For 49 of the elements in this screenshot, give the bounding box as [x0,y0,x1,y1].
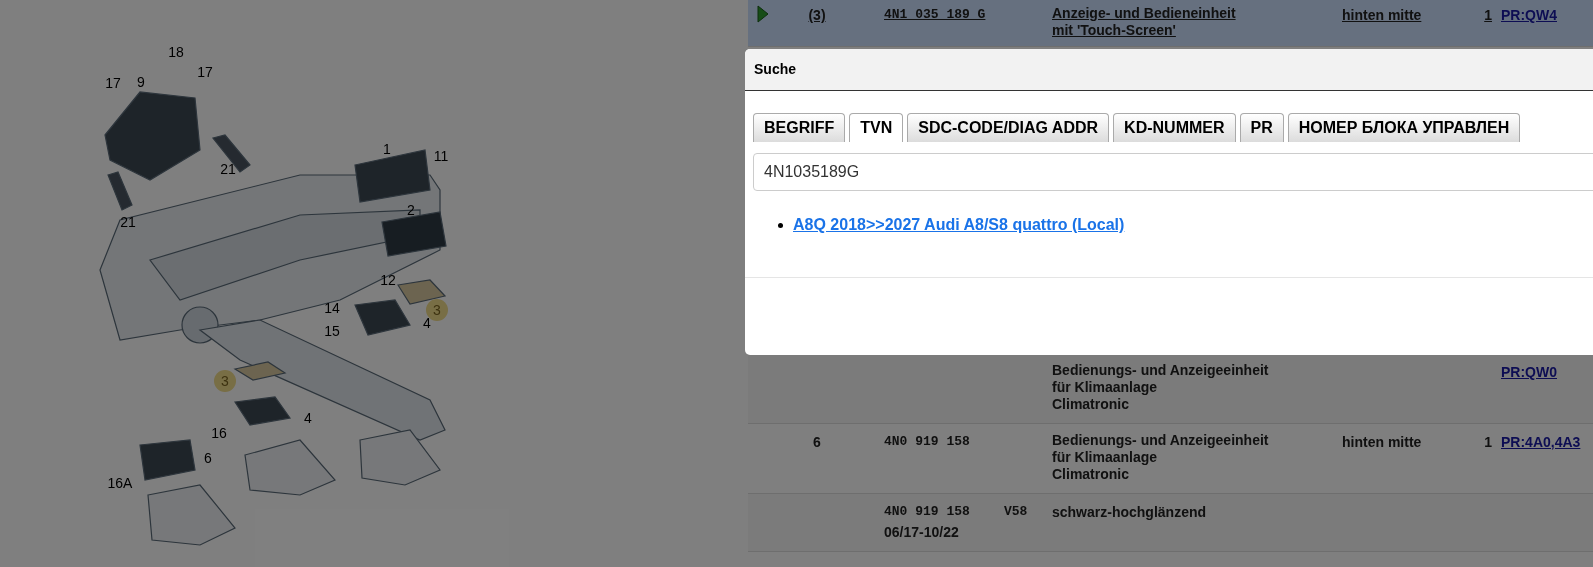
search-field[interactable]: 4N1035189G [753,153,1593,191]
description: Bedienungs- und Anzeigeeinheit für Klimaanlage Climatronic [1052,362,1269,413]
tab[interactable]: SDC-CODE/DIAG ADDR [907,113,1110,142]
callout-number[interactable]: 12 [380,272,396,288]
description: Bedienungs- und Anzeigeeinheit für Klimaanlage Climatronic [1052,432,1269,483]
tab[interactable]: KD-NUMMER [1113,113,1236,142]
date-range: 06/17-10/22 [884,522,960,542]
table-row[interactable]: (3) 4N1 035 189 G Anzeige- und Bedieneinheit mit 'Touch-Screen' hinten mitte 1 PR:QW4 [748,0,1593,47]
result-link[interactable]: A8Q 2018>>2027 Audi A8/S8 quattro (Local) [793,213,1125,237]
callout-number[interactable]: 21 [120,214,136,230]
dialog-title: Suche [754,60,796,79]
callout-number[interactable]: 21 [220,161,236,177]
pr-link[interactable]: PR:QW0 [1501,364,1557,380]
callout-number[interactable]: 1 [383,141,391,157]
description[interactable]: Anzeige- und Bedieneinheit mit 'Touch-Screen' [1052,5,1236,39]
tab[interactable]: BEGRIFF [753,113,846,142]
callout-number[interactable]: 6 [204,450,212,466]
callout-number[interactable]: 4 [423,315,431,331]
callout-number[interactable]: 14 [324,300,340,316]
pr-link[interactable]: PR:4A0,4A3 [1501,434,1581,450]
part-number[interactable]: 4N1 035 189 G [884,5,1004,25]
quantity: 1 [1484,433,1492,452]
quantity[interactable]: 1 [1484,5,1492,38]
callout-number[interactable]: 17 [197,64,213,80]
tab[interactable]: PR [1239,113,1284,142]
location: hinten mitte [1342,434,1422,450]
tab[interactable]: TVN [849,113,904,142]
location[interactable]: hinten mitte [1342,7,1422,23]
callout-number[interactable]: 9 [137,74,145,90]
callout-number[interactable]: 16A [107,475,133,491]
part-number: 4N0 919 158 [884,433,971,451]
callout-number[interactable]: 18 [168,44,184,60]
callout-number[interactable]: 17 [105,75,121,91]
callout-number[interactable]: 2 [407,202,415,218]
table-row[interactable]: Bedienungs- und Anzeigeeinheit für Klimaanlage Climatronic PR:QW0 [748,354,1593,424]
callout-number[interactable]: 16 [211,425,227,441]
pr-link[interactable]: PR:QW4 [1501,7,1557,23]
row-pointer-icon [757,5,769,23]
table-row[interactable]: 4N0 919 158 V58 06/17-10/22 schwarz-hochglänzend [748,494,1593,552]
position-cell[interactable]: (3) [808,5,826,38]
description: schwarz-hochglänzend [1052,504,1207,521]
callout-number[interactable]: 11 [433,148,449,164]
bullet-icon [778,222,783,228]
variant-code: V58 [1004,503,1028,521]
callout-number[interactable]: 4 [304,410,312,426]
tab[interactable]: НОМЕР БЛОКА УПРАВЛЕН [1287,113,1521,142]
callout-number[interactable]: 15 [324,323,340,339]
part-number: 4N0 919 158 [884,503,971,521]
position-cell-text: 6 [813,433,821,452]
